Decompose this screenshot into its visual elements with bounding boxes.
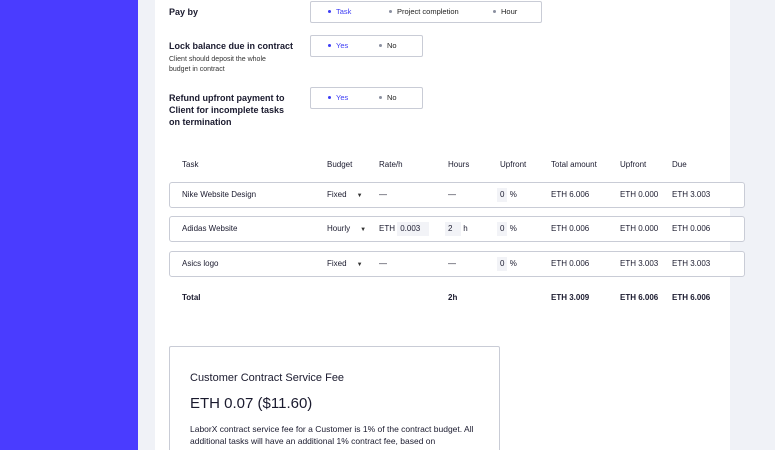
service-fee-description: LaborX contract service fee for a Custom… [190,424,474,446]
lock-balance-radio-group: Yes No [310,35,423,57]
upfront-percent-input[interactable]: 0 [497,187,508,202]
total-upfront-sum: ETH 6.006 [620,293,659,302]
lock-balance-sublabel: Client should deposit the whole budget i… [169,56,266,73]
hours-input[interactable]: 2 [445,221,461,236]
service-fee-card: Customer Contract Service Fee ETH 0.07 (… [169,346,500,450]
left-sidebar-panel [0,0,138,450]
hours-value: — [448,190,456,199]
lock-balance-option-no[interactable]: No [379,36,397,56]
chevron-down-icon: ▼ [356,262,363,268]
rate-value: — [379,190,387,199]
budget-select[interactable]: Fixed ▼ [327,252,363,276]
right-margin [747,0,775,450]
chevron-down-icon: ▼ [360,227,367,233]
total-label: Total [182,293,201,302]
service-fee-amount: ETH 0.07 ($11.60) [190,395,313,412]
total-amount: ETH 0.006 [551,224,590,233]
header-total-amount: Total amount [551,160,597,169]
rate-value: — [379,259,387,268]
hours-value: — [448,259,456,268]
pay-by-option-project-completion[interactable]: Project completion [389,2,459,22]
header-rate: Rate/h [379,160,403,169]
upfront-amount: ETH 3.003 [620,259,659,268]
hours-field: 2 h [445,217,468,241]
lock-balance-label: Lock balance due in contract [169,41,294,51]
header-hours: Hours [448,160,470,169]
table-row: Adidas Website Hourly ▼ ETH 0.003 2 h 0 %… [169,216,745,242]
chevron-down-icon: ▼ [356,193,363,199]
radio-dot-icon [328,95,331,99]
due-amount: ETH 3.003 [672,190,711,199]
radio-dot-icon [328,9,331,13]
header-task: Task [182,160,199,169]
task-name: Asics logo [182,259,219,268]
table-row: Nike Website Design Fixed ▼ — — 0 % ETH 6… [169,182,745,208]
total-due-sum: ETH 6.006 [672,293,711,302]
table-row: Asics logo Fixed ▼ — — 0 % ETH 0.006 ETH … [169,251,745,277]
pay-by-label: Pay by [169,7,199,17]
radio-dot-icon [379,43,382,47]
upfront-percent-input[interactable]: 0 [497,256,508,271]
refund-option-yes[interactable]: Yes [328,88,348,108]
rate-field: ETH 0.003 [379,217,430,241]
rate-input[interactable]: 0.003 [397,221,430,236]
refund-option-no[interactable]: No [379,88,397,108]
refund-label: Refund upfront payment to Client for inc… [169,93,285,127]
service-fee-title: Customer Contract Service Fee [190,372,345,384]
pay-by-option-hour[interactable]: Hour [493,2,517,22]
header-due: Due [672,160,687,169]
total-amount: ETH 6.006 [551,190,590,199]
upfront-percent-input[interactable]: 0 [497,221,508,236]
total-hours: 2h [448,293,458,302]
refund-radio-group: Yes No [310,87,423,109]
upfront-percent-field: 0 % [497,252,517,276]
budget-select[interactable]: Hourly ▼ [327,217,366,241]
radio-dot-icon [493,9,496,13]
task-name: Nike Website Design [182,190,257,199]
budget-select[interactable]: Fixed ▼ [327,183,363,207]
radio-dot-icon [389,9,392,13]
pay-by-radio-group: Task Project completion Hour [310,1,542,23]
radio-dot-icon [379,95,382,99]
upfront-amount: ETH 0.000 [620,190,659,199]
task-name: Adidas Website [182,224,238,233]
upfront-amount: ETH 0.000 [620,224,659,233]
due-amount: ETH 3.003 [672,259,711,268]
header-upfront-percent: Upfront [500,160,527,169]
total-amount-sum: ETH 3.009 [551,293,590,302]
radio-dot-icon [328,43,331,47]
header-budget: Budget [327,160,353,169]
total-amount: ETH 0.006 [551,259,590,268]
upfront-percent-field: 0 % [497,183,517,207]
lock-balance-option-yes[interactable]: Yes [328,36,348,56]
due-amount: ETH 0.006 [672,224,711,233]
pay-by-option-task[interactable]: Task [328,2,351,22]
upfront-percent-field: 0 % [497,217,517,241]
header-upfront-amount: Upfront [620,160,647,169]
